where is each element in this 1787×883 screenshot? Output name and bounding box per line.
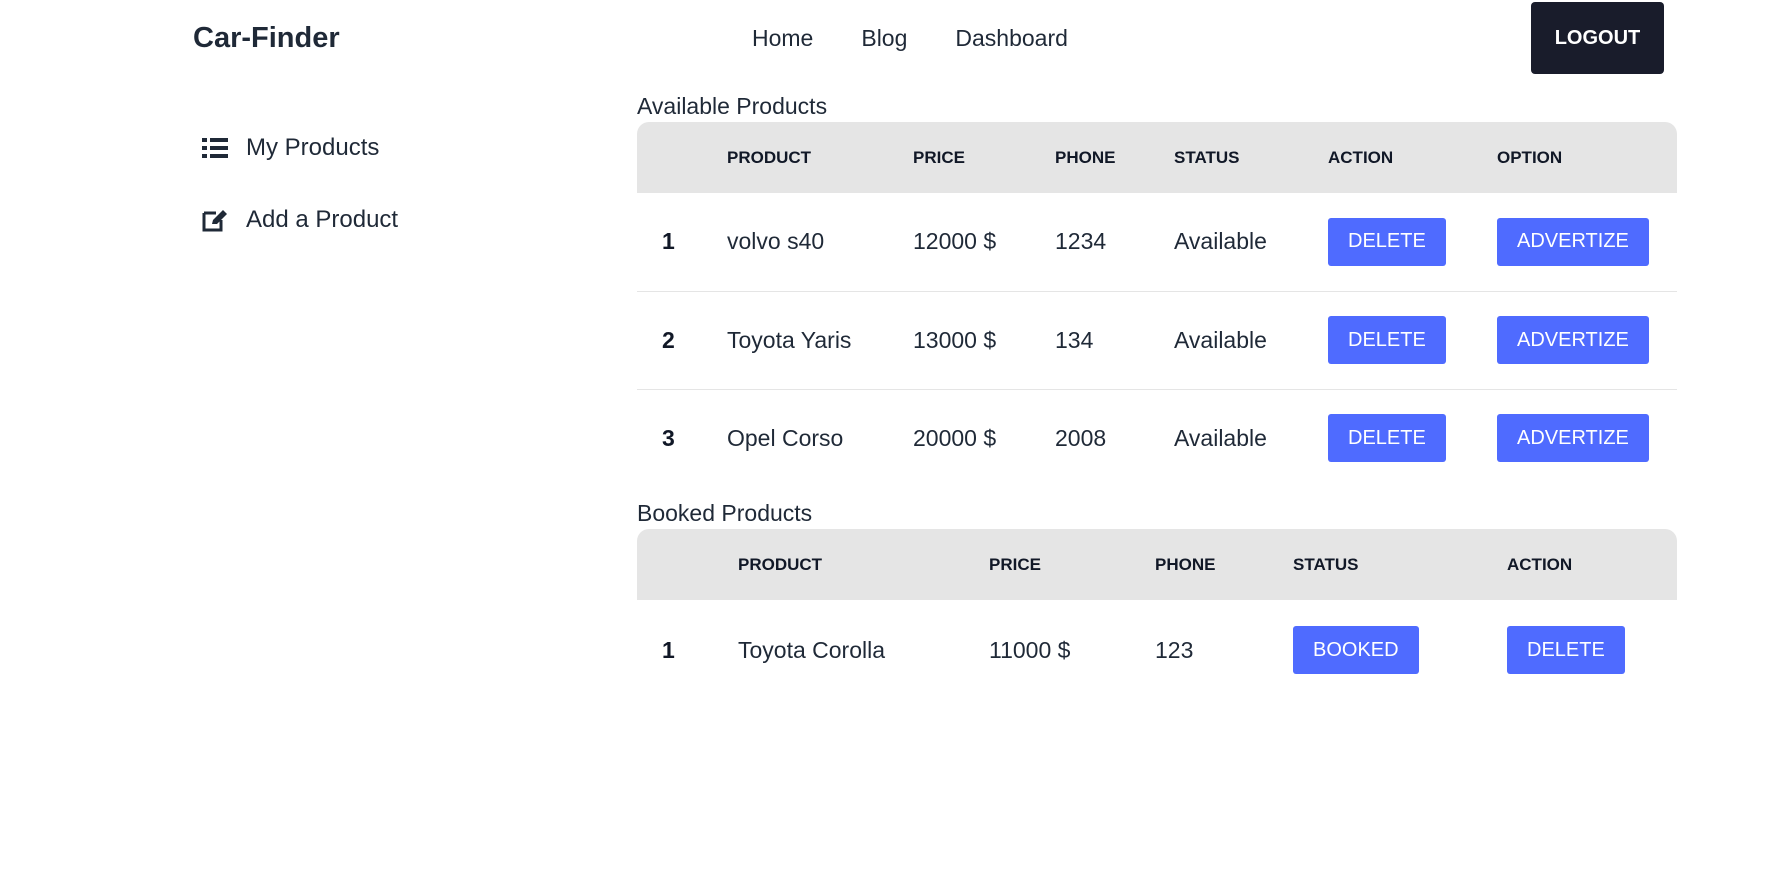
product-price: 12000 $	[913, 193, 1055, 292]
row-index: 2	[637, 291, 727, 390]
nav-link-home[interactable]: Home	[752, 25, 813, 52]
product-status: Available	[1174, 424, 1267, 451]
product-price: 20000 $	[913, 424, 997, 451]
nav-link-dashboard[interactable]: Dashboard	[955, 25, 1068, 52]
column-header-status: STATUS	[1293, 554, 1359, 574]
product-name: volvo s40	[727, 193, 913, 292]
product-phone: 2008	[1055, 424, 1107, 451]
product-name: Toyota Corolla	[738, 636, 886, 663]
column-header-phone: PHONE	[1155, 554, 1216, 574]
column-header-price: PRICE	[913, 147, 965, 167]
table-row: 1 volvo s40 12000 $ 1234 Available DELET…	[637, 193, 1677, 292]
product-phone: 1234	[1055, 193, 1174, 292]
nav-links: Home Blog Dashboard	[752, 25, 1068, 52]
nav-link-blog[interactable]: Blog	[861, 25, 907, 52]
edit-icon	[202, 207, 228, 233]
row-index: 1	[637, 193, 727, 292]
column-header-price: PRICE	[989, 554, 1041, 574]
booked-products-table: PRODUCT PRICE PHONE STATUS ACTION 1 Toyo…	[637, 529, 1677, 700]
table-row: 1 Toyota Corolla 11000 $ 123 BOOKED DELE…	[637, 600, 1677, 700]
main-content: Available Products PRODUCT PRICE PHONE S…	[637, 90, 1677, 700]
logout-button[interactable]: LOGOUT	[1531, 2, 1664, 74]
sidebar: My Products Add a Product	[202, 128, 462, 272]
product-phone: 123	[1155, 636, 1194, 663]
column-header-index	[637, 529, 738, 600]
column-header-product: PRODUCT	[727, 147, 812, 167]
sidebar-item-label: Add a Product	[246, 206, 399, 233]
product-status: Available	[1174, 193, 1328, 292]
product-phone: 134	[1055, 291, 1174, 390]
advertize-button[interactable]: ADVERTIZE	[1497, 414, 1649, 463]
available-products-table: PRODUCT PRICE PHONE STATUS ACTION OPTION…	[637, 122, 1677, 487]
advertize-button[interactable]: ADVERTIZE	[1497, 316, 1649, 364]
delete-button[interactable]: DELETE	[1328, 217, 1446, 266]
column-header-index	[637, 122, 727, 193]
sidebar-item-add-product[interactable]: Add a Product	[202, 200, 462, 240]
column-header-action: ACTION	[1507, 554, 1573, 574]
sidebar-item-label: My Products	[246, 134, 380, 161]
column-header-option: OPTION	[1497, 147, 1563, 167]
row-index: 1	[662, 636, 675, 663]
list-icon	[202, 135, 228, 161]
sidebar-item-my-products[interactable]: My Products	[202, 128, 462, 168]
product-price: 11000 $	[989, 636, 1071, 663]
delete-button[interactable]: DELETE	[1328, 316, 1446, 364]
column-header-product: PRODUCT	[738, 554, 823, 574]
column-header-action: ACTION	[1328, 147, 1394, 167]
advertize-button[interactable]: ADVERTIZE	[1497, 217, 1649, 266]
table-row: 2 Toyota Yaris 13000 $ 134 Available DEL…	[637, 291, 1677, 390]
table-header-row: PRODUCT PRICE PHONE STATUS ACTION OPTION	[637, 122, 1677, 193]
delete-button[interactable]: DELETE	[1507, 626, 1625, 674]
row-index: 3	[662, 424, 675, 451]
table-header-row: PRODUCT PRICE PHONE STATUS ACTION	[637, 529, 1677, 600]
brand-logo[interactable]: Car-Finder	[193, 22, 340, 55]
delete-button[interactable]: DELETE	[1328, 414, 1446, 463]
column-header-status: STATUS	[1174, 147, 1240, 167]
booked-products-title: Booked Products	[637, 500, 813, 526]
navbar: Car-Finder Home Blog Dashboard LOGOUT	[0, 0, 1787, 80]
column-header-phone: PHONE	[1055, 147, 1116, 167]
booked-status-button[interactable]: BOOKED	[1293, 626, 1419, 674]
product-name: Toyota Yaris	[727, 291, 913, 390]
table-row: 3 Opel Corso 20000 $ 2008 Available DELE…	[637, 389, 1677, 487]
available-products-title: Available Products	[637, 93, 828, 119]
product-name: Opel Corso	[727, 424, 844, 451]
product-status: Available	[1174, 291, 1328, 390]
product-price: 13000 $	[913, 291, 1055, 390]
